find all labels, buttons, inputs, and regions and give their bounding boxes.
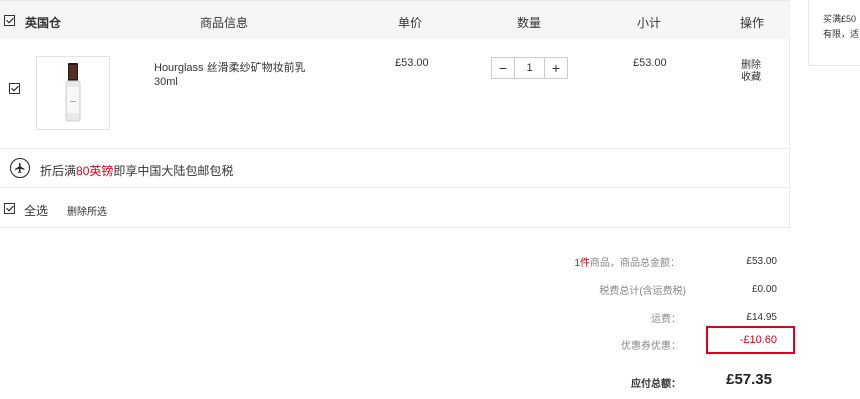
header-checkbox[interactable]: [4, 15, 15, 26]
summary-count-text: 商品，商品总金额：: [590, 258, 680, 269]
side-promo-line2: 有限，适: [823, 29, 860, 39]
quantity-stepper: − 1 +: [491, 57, 568, 79]
promo-amount: 80英镑: [76, 164, 114, 178]
tax-value: £0.00: [751, 284, 777, 295]
column-action: 操作: [740, 16, 765, 30]
warehouse-label: 英国仓: [25, 16, 62, 30]
quantity-input[interactable]: 1: [514, 58, 545, 78]
unit-price: £53.00: [395, 57, 429, 69]
row-divider: [0, 148, 790, 149]
airplane-icon: [10, 158, 30, 178]
column-product: 商品信息: [200, 16, 249, 30]
column-quantity: 数量: [517, 16, 542, 30]
promo-prefix: 折后满: [40, 164, 77, 178]
save-link[interactable]: 收藏: [741, 68, 761, 83]
promo-text: 折后满80英镑即享中国大陆包邮包税: [40, 162, 233, 179]
shipping-label: 运费：: [651, 314, 681, 325]
side-promo-line1: 买满£50: [823, 14, 857, 24]
shipping-value: £14.95: [746, 312, 777, 323]
delete-selected-link[interactable]: 删除所选: [67, 203, 107, 218]
column-price: 单价: [398, 16, 423, 30]
cart-table: 英国仓 商品信息 单价 数量 小计 操作 Hourglass 丝滑柔纱矿物妆前乳…: [0, 0, 790, 228]
summary-count-label: 1件商品，商品总金额：: [480, 254, 680, 269]
select-all-label[interactable]: 全选: [24, 202, 48, 219]
total-value: £57.35: [726, 371, 772, 388]
column-subtotal: 小计: [637, 16, 662, 30]
product-name[interactable]: Hourglass 丝滑柔纱矿物妆前乳: [154, 59, 306, 75]
summary-item-count: 1件: [574, 258, 590, 269]
item-subtotal: £53.00: [633, 57, 667, 69]
select-all-checkbox[interactable]: [4, 203, 15, 214]
product-bottle-icon: [65, 63, 81, 122]
cart-header: 英国仓 商品信息 单价 数量 小计 操作: [0, 1, 790, 39]
product-image[interactable]: [36, 56, 110, 130]
product-size: 30ml: [154, 76, 178, 88]
item-checkbox[interactable]: [9, 83, 20, 94]
tax-label: 税费总计(含运费税): [599, 286, 686, 297]
row-divider: [0, 187, 790, 188]
promo-suffix: 即享中国大陆包邮包税: [113, 164, 234, 178]
side-promo-card: 买满£50 有限，适: [808, 0, 860, 66]
summary-subtotal: £53.00: [746, 256, 777, 267]
coupon-value: -£10.60: [739, 334, 777, 346]
coupon-label: 优惠券优惠：: [621, 341, 681, 352]
decrease-button[interactable]: −: [492, 58, 514, 78]
increase-button[interactable]: +: [545, 58, 567, 78]
total-label: 应付总额：: [631, 379, 681, 390]
